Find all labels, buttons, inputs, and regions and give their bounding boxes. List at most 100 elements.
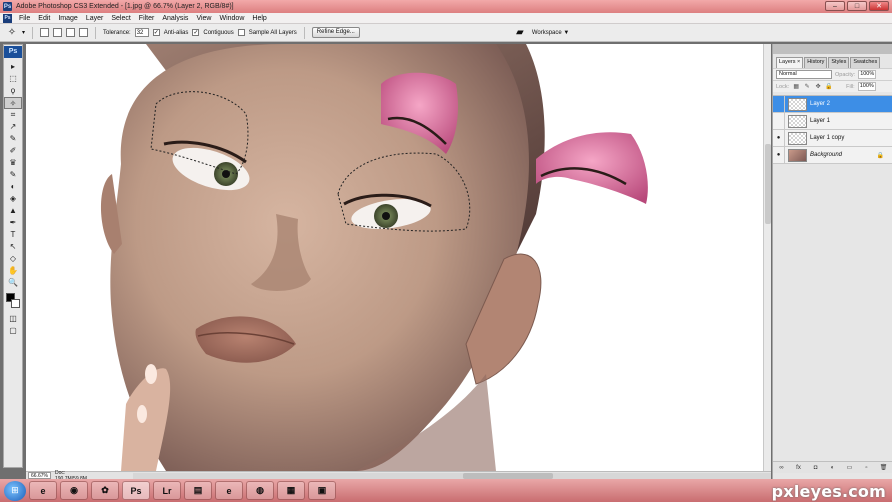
type-tool-icon[interactable]: T — [4, 229, 22, 241]
workspace-menu[interactable]: Workspace ▼ — [532, 30, 570, 36]
taskbar-ie-icon[interactable]: e — [29, 481, 57, 500]
pen-tool-icon[interactable]: ✒ — [4, 217, 22, 229]
add-selection-icon[interactable] — [53, 28, 63, 37]
clone-stamp-icon[interactable]: ♛ — [4, 157, 22, 169]
crop-tool-icon[interactable]: ⌗ — [4, 109, 22, 121]
menu-window[interactable]: Window — [215, 15, 248, 22]
menu-select[interactable]: Select — [107, 15, 134, 22]
horizontal-scroll-thumb[interactable] — [462, 472, 553, 479]
tool-preset-chevron-icon[interactable]: ▾ — [22, 29, 25, 36]
tab-swatches[interactable]: Swatches — [850, 57, 881, 68]
magic-wand-tool-icon[interactable]: ✧ — [4, 97, 22, 109]
fill-input[interactable]: 100% — [857, 82, 876, 91]
layer-style-icon[interactable]: fx — [794, 465, 804, 471]
visibility-toggle[interactable] — [773, 95, 785, 113]
taskbar: ⊞ e ◉ ✿ Ps Lr ▤ e ◍ ▦ ▣ — [0, 479, 892, 502]
eye-icon[interactable]: ● — [773, 129, 785, 147]
taskbar-photoshop-icon[interactable]: Ps — [122, 481, 150, 500]
document-canvas[interactable] — [26, 44, 763, 471]
menu-view[interactable]: View — [192, 15, 215, 22]
taskbar-firefox-icon[interactable]: ◉ — [60, 481, 88, 500]
slice-tool-icon[interactable]: ↗ — [4, 121, 22, 133]
taskbar-app-icon[interactable]: ✿ — [91, 481, 119, 500]
layer-row-background[interactable]: ● Background 🔒 — [773, 146, 892, 164]
lock-pixels-icon[interactable]: ✎ — [803, 83, 811, 91]
menu-analysis[interactable]: Analysis — [158, 15, 192, 22]
layer-thumbnail — [788, 131, 807, 145]
zoom-tool-icon[interactable]: 🔍 — [4, 277, 22, 289]
anti-alias-checkbox[interactable]: ✓ — [152, 29, 160, 36]
tab-styles[interactable]: Styles — [828, 57, 850, 68]
ps-logo[interactable]: Ps — [4, 46, 22, 58]
blend-mode-select[interactable]: Normal — [776, 70, 832, 79]
menu-bar: Ps File Edit Image Layer Select Filter A… — [0, 13, 892, 24]
layer-row-layer-1-copy[interactable]: ● Layer 1 copy — [773, 129, 892, 147]
dodge-tool-icon[interactable]: ▲ — [4, 205, 22, 217]
minimize-button[interactable]: – — [825, 1, 845, 11]
contiguous-checkbox[interactable]: ✓ — [192, 29, 200, 36]
ps-document-icon[interactable]: Ps — [3, 13, 12, 23]
gradient-tool-icon[interactable]: ◈ — [4, 193, 22, 205]
new-selection-icon[interactable] — [40, 28, 50, 37]
path-selection-icon[interactable]: ↖ — [4, 241, 22, 253]
layer-row-layer-2[interactable]: Layer 2 — [773, 95, 892, 113]
tab-history[interactable]: History — [804, 57, 828, 68]
brush-tool-icon[interactable]: ✐ — [4, 145, 22, 157]
menu-image[interactable]: Image — [54, 15, 81, 22]
panel-collapse-bar[interactable] — [773, 44, 892, 54]
horizontal-scrollbar[interactable] — [132, 472, 771, 479]
marquee-tool-icon[interactable]: ⬚ — [4, 73, 22, 85]
taskbar-lightroom-icon[interactable]: Lr — [153, 481, 181, 500]
maximize-button[interactable]: □ — [847, 1, 867, 11]
healing-brush-icon[interactable]: ✎ — [4, 133, 22, 145]
visibility-toggle[interactable] — [773, 112, 785, 130]
link-layers-icon[interactable]: ∞ — [777, 465, 787, 471]
start-button[interactable]: ⊞ — [4, 480, 26, 501]
taskbar-ie2-icon[interactable]: e — [215, 481, 243, 500]
quick-mask-icon[interactable]: ◫ — [4, 313, 22, 325]
layer-row-layer-1[interactable]: Layer 1 — [773, 112, 892, 130]
vertical-scroll-thumb[interactable] — [765, 144, 771, 224]
new-layer-icon[interactable]: ▫ — [862, 465, 872, 471]
taskbar-app2-icon[interactable]: ◍ — [246, 481, 274, 500]
lasso-tool-icon[interactable]: ϙ — [4, 85, 22, 97]
zoom-level[interactable]: 66.67% — [28, 472, 51, 479]
taskbar-explorer-icon[interactable]: ▤ — [184, 481, 212, 500]
opacity-input[interactable]: 100% — [858, 70, 877, 79]
color-swatches[interactable] — [4, 291, 22, 313]
bridge-icon[interactable]: ▰ — [514, 27, 526, 39]
menu-edit[interactable]: Edit — [34, 15, 54, 22]
hand-tool-icon[interactable]: ✋ — [4, 265, 22, 277]
sample-all-layers-checkbox[interactable] — [237, 29, 245, 36]
taskbar-app3-icon[interactable]: ▦ — [277, 481, 305, 500]
menu-help[interactable]: Help — [248, 15, 270, 22]
layer-mask-icon[interactable]: ◘ — [811, 465, 821, 471]
new-group-icon[interactable]: ▭ — [845, 464, 855, 471]
menu-layer[interactable]: Layer — [82, 15, 108, 22]
magic-wand-icon[interactable]: ✧ — [6, 27, 18, 39]
tab-layers[interactable]: Layers × — [776, 57, 804, 68]
close-button[interactable]: ✕ — [869, 1, 889, 11]
refine-edge-button[interactable]: Refine Edge... — [311, 27, 360, 38]
trash-icon[interactable]: 🗑 — [879, 464, 889, 471]
lock-transparency-icon[interactable]: ▦ — [792, 83, 800, 91]
screen-mode-icon[interactable]: ▢ — [4, 325, 22, 337]
move-tool-icon[interactable]: ▸ — [4, 61, 22, 73]
menu-filter[interactable]: Filter — [135, 15, 159, 22]
lock-position-icon[interactable]: ✥ — [814, 83, 822, 91]
shape-tool-icon[interactable]: ◇ — [4, 253, 22, 265]
eraser-tool-icon[interactable]: ◐ — [4, 181, 22, 193]
adjustment-layer-icon[interactable]: ◐ — [828, 465, 838, 471]
menu-file[interactable]: File — [15, 15, 34, 22]
fill-label: Fill: — [846, 83, 855, 90]
eye-icon[interactable]: ● — [773, 146, 785, 164]
tolerance-input[interactable]: 32 — [134, 28, 149, 37]
taskbar-app4-icon[interactable]: ▣ — [308, 481, 336, 500]
intersect-selection-icon[interactable] — [79, 28, 89, 37]
tolerance-label: Tolerance: — [103, 29, 131, 36]
background-color[interactable] — [11, 299, 20, 308]
subtract-selection-icon[interactable] — [66, 28, 76, 37]
vertical-scrollbar[interactable] — [763, 44, 771, 471]
history-brush-icon[interactable]: ✎ — [4, 169, 22, 181]
lock-all-icon[interactable]: 🔒 — [825, 83, 833, 91]
